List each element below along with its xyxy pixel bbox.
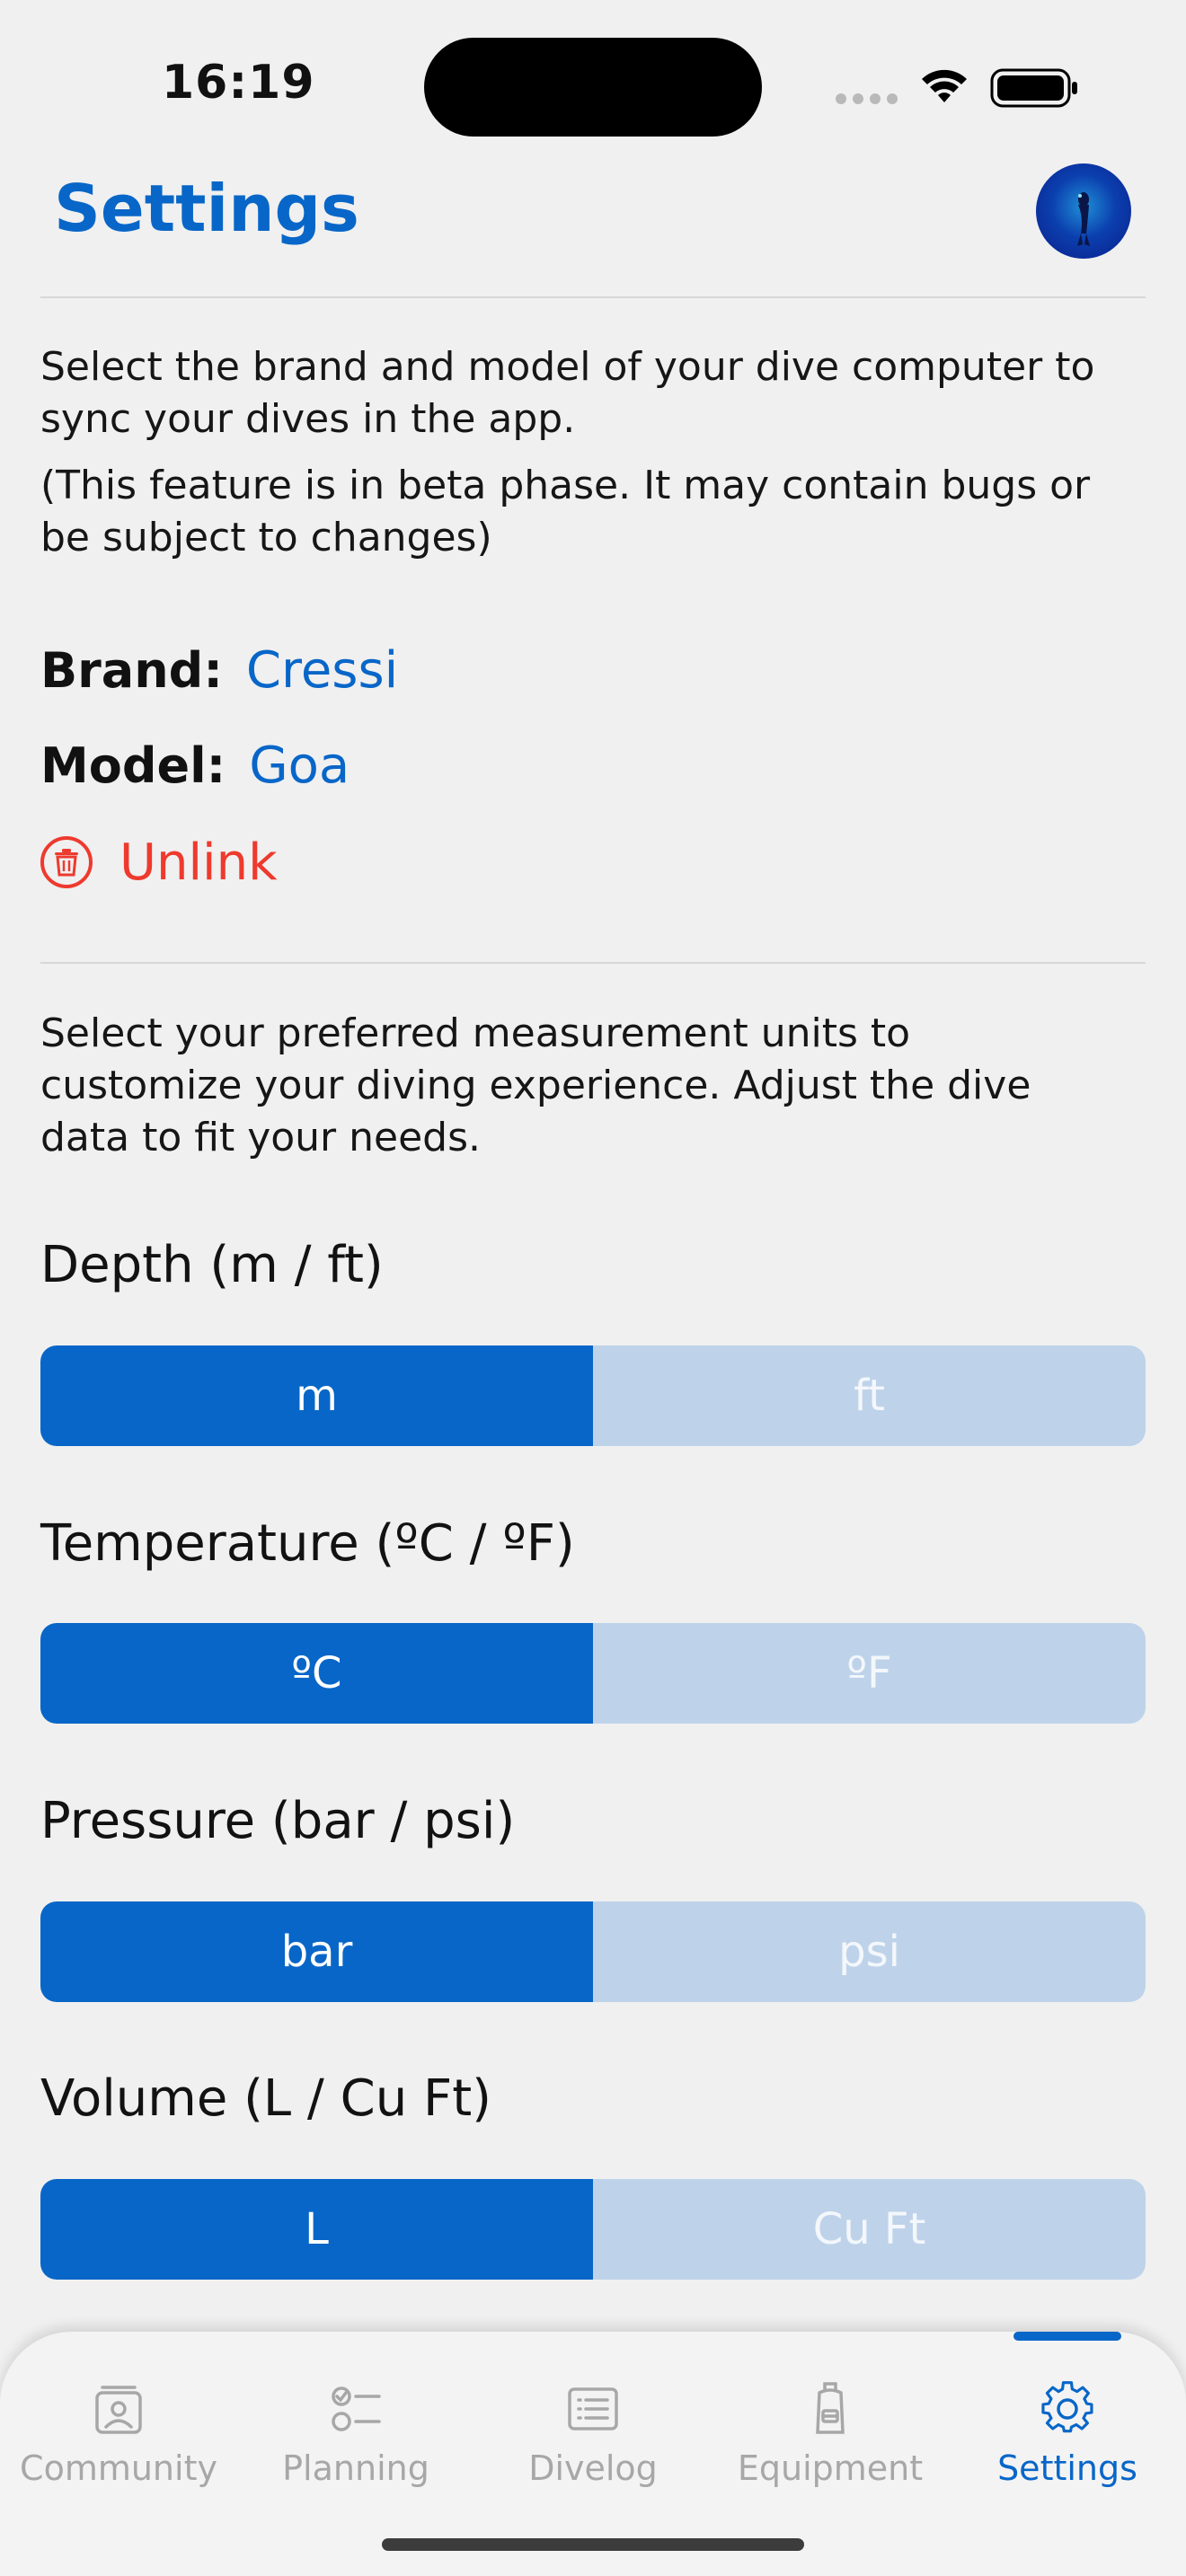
tab-divelog-label: Divelog bbox=[528, 2448, 658, 2488]
battery-icon bbox=[990, 68, 1077, 108]
tab-planning[interactable]: Planning bbox=[237, 2380, 474, 2497]
model-row[interactable]: Model: Goa bbox=[40, 734, 350, 797]
volume-option-cuft[interactable]: Cu Ft bbox=[593, 2179, 1146, 2280]
tab-settings-label: Settings bbox=[997, 2448, 1137, 2488]
dynamic-island bbox=[424, 38, 762, 137]
tab-community[interactable]: Community bbox=[0, 2380, 237, 2497]
status-time: 16:19 bbox=[162, 56, 315, 110]
community-icon bbox=[95, 2386, 142, 2434]
unlink-label: Unlink bbox=[119, 833, 278, 892]
home-indicator bbox=[382, 2538, 804, 2551]
divelog-icon bbox=[568, 2387, 618, 2430]
depth-label: Depth (m / ft) bbox=[40, 1236, 384, 1294]
tab-community-label: Community bbox=[20, 2448, 217, 2488]
tab-divelog[interactable]: Divelog bbox=[474, 2380, 712, 2497]
temperature-label: Temperature (ºC / ºF) bbox=[40, 1514, 575, 1573]
tab-planning-label: Planning bbox=[282, 2448, 429, 2488]
pressure-label: Pressure (bar / psi) bbox=[40, 1792, 516, 1850]
trash-icon bbox=[40, 836, 93, 888]
settings-screen: 16:19 Settings Select the brand and mode… bbox=[0, 0, 1186, 2576]
units-intro: Select your preferred measurement units … bbox=[40, 1010, 1031, 1160]
header-divider bbox=[40, 296, 1146, 298]
volume-option-l[interactable]: L bbox=[40, 2179, 593, 2280]
diver-photo bbox=[1077, 192, 1090, 246]
temperature-option-c[interactable]: ºC bbox=[40, 1623, 593, 1724]
depth-segmented-control: m ft bbox=[40, 1345, 1146, 1446]
avatar[interactable] bbox=[1036, 163, 1131, 259]
model-label: Model: bbox=[40, 737, 226, 794]
brand-row[interactable]: Brand: Cressi bbox=[40, 639, 398, 701]
beta-note: (This feature is in beta phase. It may c… bbox=[40, 463, 1091, 560]
pressure-segmented-control: bar psi bbox=[40, 1901, 1146, 2002]
gear-icon bbox=[1041, 2381, 1093, 2433]
pressure-option-psi[interactable]: psi bbox=[593, 1901, 1146, 2002]
temperature-segmented-control: ºC ºF bbox=[40, 1623, 1146, 1724]
pressure-option-bar[interactable]: bar bbox=[40, 1901, 593, 2002]
depth-option-ft[interactable]: ft bbox=[593, 1345, 1146, 1446]
page-title: Settings bbox=[54, 171, 359, 246]
tab-settings[interactable]: Settings bbox=[949, 2380, 1186, 2497]
tab-equipment[interactable]: Equipment bbox=[712, 2380, 949, 2497]
wifi-icon bbox=[922, 69, 967, 102]
temperature-option-f[interactable]: ºF bbox=[593, 1623, 1146, 1724]
planning-icon bbox=[332, 2386, 381, 2431]
dive-computer-intro: Select the brand and model of your dive … bbox=[40, 344, 1095, 442]
equipment-icon bbox=[816, 2382, 845, 2434]
active-tab-indicator bbox=[1013, 2332, 1121, 2341]
brand-label: Brand: bbox=[40, 641, 223, 699]
volume-segmented-control: L Cu Ft bbox=[40, 2179, 1146, 2280]
section-divider bbox=[40, 962, 1146, 964]
tab-equipment-label: Equipment bbox=[737, 2448, 924, 2488]
depth-option-m[interactable]: m bbox=[40, 1345, 593, 1446]
cellular-signal-icon bbox=[836, 93, 898, 104]
brand-value[interactable]: Cressi bbox=[246, 641, 398, 700]
volume-label: Volume (L / Cu Ft) bbox=[40, 2069, 492, 2128]
unlink-button[interactable]: Unlink bbox=[40, 826, 278, 898]
model-value[interactable]: Goa bbox=[249, 737, 350, 795]
